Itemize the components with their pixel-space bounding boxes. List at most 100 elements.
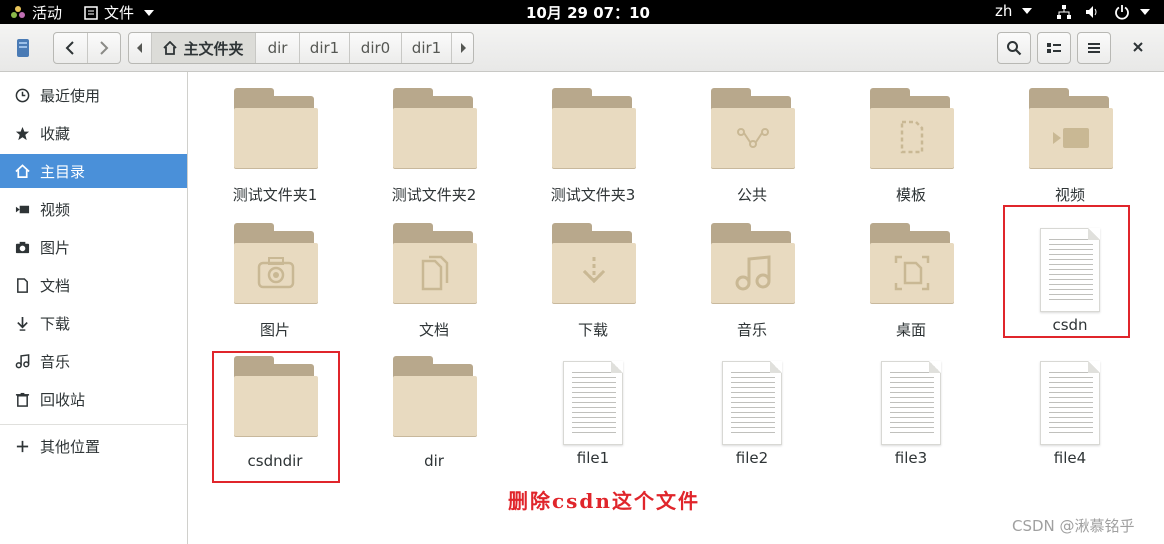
folder-item[interactable]: 下载 <box>514 223 672 353</box>
video-icon <box>14 201 30 217</box>
path-segment-label: dir1 <box>309 39 340 57</box>
search-icon <box>1007 41 1022 56</box>
drive-icon[interactable] <box>14 38 32 62</box>
path-home-button[interactable]: 主文件夹 <box>151 33 255 63</box>
template-icon <box>892 118 932 158</box>
folder-item[interactable]: 测试文件夹3 <box>514 88 672 218</box>
list-view-icon <box>1047 43 1061 53</box>
header-bar: 主文件夹 dir dir1 dir0 dir1 <box>0 24 1164 72</box>
file-item[interactable]: file3 <box>832 356 990 486</box>
folder-item[interactable]: 公共 <box>673 88 831 218</box>
back-button[interactable] <box>54 33 87 63</box>
plus-icon <box>14 438 30 454</box>
folder-item[interactable]: 图片 <box>196 223 354 353</box>
search-button[interactable] <box>997 32 1031 64</box>
folder-icon <box>548 88 638 178</box>
menu-button[interactable] <box>1077 32 1111 64</box>
annotation-text: 删除csdn这个文件 <box>508 489 700 513</box>
sidebar-item-other-locations[interactable]: 其他位置 <box>0 429 187 463</box>
network-icon <box>1057 5 1071 19</box>
folder-icon <box>866 223 956 313</box>
sidebar-item-label: 其他位置 <box>40 437 101 456</box>
file-item[interactable]: file1 <box>514 356 672 486</box>
folder-item[interactable]: 桌面 <box>832 223 990 353</box>
sidebar-item-label: 收藏 <box>40 124 71 143</box>
forward-button[interactable] <box>86 33 120 63</box>
folder-item[interactable]: 模板 <box>832 88 990 218</box>
folder-icon <box>389 356 479 446</box>
path-scroll-left[interactable] <box>129 33 151 63</box>
folder-item[interactable]: 视频 <box>991 88 1149 218</box>
sidebar-item-recent[interactable]: 最近使用 <box>0 78 187 112</box>
clock[interactable]: 10月 29 07：10 <box>526 2 650 23</box>
path-segment-label: dir <box>267 39 288 57</box>
file-name-label: file2 <box>735 449 769 467</box>
download-icon <box>574 253 614 293</box>
file-item[interactable]: file2 <box>673 356 831 486</box>
text-file-icon <box>866 356 956 446</box>
sidebar-item-label: 主目录 <box>40 162 86 181</box>
sidebar-separator <box>0 424 187 425</box>
folder-item[interactable]: 测试文件夹2 <box>355 88 513 218</box>
path-segment-label: dir1 <box>411 39 442 57</box>
activities-button[interactable]: 活动 <box>10 2 62 23</box>
watermark: CSDN @湫慕铭乎 <box>1012 517 1135 535</box>
hamburger-icon <box>1088 43 1100 53</box>
sidebar-item-starred[interactable]: 收藏 <box>0 116 187 150</box>
file-name-label: 视频 <box>1054 186 1085 204</box>
share-icon <box>733 118 773 158</box>
file-item[interactable]: file4 <box>991 356 1149 486</box>
close-icon <box>1133 42 1143 52</box>
close-button[interactable] <box>1131 40 1145 58</box>
sidebar-item-label: 下载 <box>40 314 71 333</box>
folder-item[interactable]: 音乐 <box>673 223 831 353</box>
folder-item[interactable]: 测试文件夹1 <box>196 88 354 218</box>
sidebar-item-label: 最近使用 <box>40 86 101 105</box>
sidebar-item-videos[interactable]: 视频 <box>0 192 187 226</box>
music-icon <box>14 353 30 369</box>
top-bar: 活动 文件 10月 29 07：10 zh <box>0 0 1164 24</box>
sidebar-item-label: 文档 <box>40 276 71 295</box>
input-method-menu[interactable]: zh <box>995 2 1033 20</box>
text-file-icon <box>707 356 797 446</box>
activities-label: 活动 <box>32 4 63 22</box>
path-segment-dir[interactable]: dir <box>255 33 299 63</box>
path-segment-dir1-current[interactable]: dir1 <box>401 33 451 63</box>
file-name-label: 文档 <box>418 321 449 339</box>
file-name-label: 桌面 <box>895 321 926 339</box>
app-menu[interactable]: 文件 <box>84 2 155 23</box>
sidebar-item-downloads[interactable]: 下载 <box>0 306 187 340</box>
folder-item[interactable]: 文档 <box>355 223 513 353</box>
file-name-label: file1 <box>576 449 610 467</box>
sidebar-item-label: 视频 <box>40 200 71 219</box>
view-mode-button[interactable] <box>1037 32 1071 64</box>
file-name-label: dir <box>424 452 444 470</box>
path-segment-dir0[interactable]: dir0 <box>349 33 401 63</box>
chevron-left-icon <box>137 43 142 53</box>
sidebar-item-label: 回收站 <box>40 390 86 409</box>
system-menu[interactable] <box>1056 4 1150 20</box>
home-icon <box>14 163 30 179</box>
highlight-box-csdndir <box>212 351 340 483</box>
folder-icon <box>707 223 797 313</box>
chevron-right-icon <box>460 43 466 53</box>
path-segment-dir1[interactable]: dir1 <box>299 33 349 63</box>
clock-icon <box>14 87 30 103</box>
desktop-icon <box>892 253 932 293</box>
folder-item[interactable]: dir <box>355 356 513 486</box>
file-name-label: 图片 <box>259 321 290 339</box>
file-name-label: 测试文件夹2 <box>391 186 477 204</box>
sidebar-item-label: 音乐 <box>40 352 71 371</box>
camera-icon <box>256 253 296 293</box>
sidebar-item-trash[interactable]: 回收站 <box>0 382 187 416</box>
sidebar-item-music[interactable]: 音乐 <box>0 344 187 378</box>
folder-icon <box>866 88 956 178</box>
sidebar-item-documents[interactable]: 文档 <box>0 268 187 302</box>
sidebar-item-pictures[interactable]: 图片 <box>0 230 187 264</box>
sidebar-item-label: 图片 <box>40 238 71 257</box>
path-scroll-right[interactable] <box>451 33 473 63</box>
file-name-label: 音乐 <box>736 321 767 339</box>
highlight-box-csdn <box>1003 205 1130 338</box>
sidebar-item-home[interactable]: 主目录 <box>0 154 187 188</box>
text-file-icon <box>1025 356 1115 446</box>
